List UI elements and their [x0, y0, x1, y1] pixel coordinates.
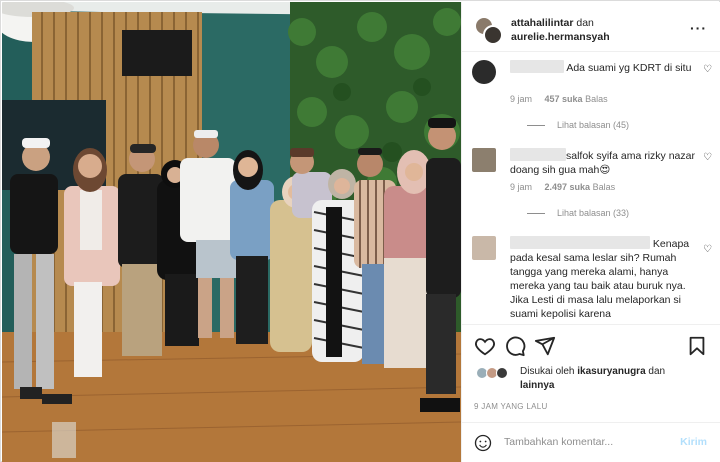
blurred-username: [510, 236, 650, 249]
comment-text: salfok syifa ama rizky nazar doang sih g…: [510, 148, 700, 177]
post-comment-button[interactable]: Kirim: [680, 436, 707, 448]
avatar[interactable]: [496, 367, 508, 379]
add-comment-bar: Tambahkan komentar... Kirim: [462, 422, 720, 462]
group-photo-illustration: [2, 2, 461, 462]
post-header: attahalilintar dan aurelie.hermansyah ··…: [462, 2, 720, 52]
heart-icon[interactable]: ♡: [703, 244, 712, 255]
avatar[interactable]: [472, 236, 496, 260]
comment-time: 9 jam: [510, 94, 533, 104]
post-actions: Disukai oleh ikasuryanugra dan lainnya 9…: [462, 324, 720, 436]
comment-likes[interactable]: 457 suka: [545, 94, 583, 104]
avatar[interactable]: [483, 25, 503, 45]
liked-by-others-link[interactable]: lainnya: [520, 380, 554, 391]
comment-item: salfok syifa ama rizky nazar doang sih g…: [472, 148, 712, 228]
liked-by-user-link[interactable]: ikasuryanugra: [577, 366, 645, 377]
comments-list: Ada suami yg KDRT di situ ♡ 9 jam 457 su…: [462, 54, 720, 326]
liked-by-conj: dan: [648, 366, 666, 377]
collab-avatars[interactable]: [474, 16, 504, 46]
username-link[interactable]: attahalilintar: [511, 17, 573, 29]
conjunction-text: dan: [576, 17, 594, 29]
bookmark-icon[interactable]: [686, 335, 708, 357]
blurred-username: [510, 60, 564, 73]
comment-item: Ada suami yg KDRT di situ ♡ 9 jam 457 su…: [472, 60, 712, 140]
view-replies-button[interactable]: Lihat balasan (33): [527, 208, 629, 218]
comment-text: Ada suami yg KDRT di situ: [510, 60, 700, 75]
comment-body: Kenapa pada kesal sama leslar sih? Rumah…: [510, 238, 690, 320]
heart-eyes-emoji: 😍: [599, 164, 611, 176]
comment-text: Kenapa pada kesal sama leslar sih? Rumah…: [510, 236, 700, 321]
liked-by-prefix: Disukai oleh: [520, 366, 575, 377]
post-timestamp[interactable]: 9 JAM YANG LALU: [474, 402, 548, 411]
post-side-panel: attahalilintar dan aurelie.hermansyah ··…: [461, 2, 720, 462]
comment-item: Kenapa pada kesal sama leslar sih? Rumah…: [472, 236, 712, 326]
avatar[interactable]: [472, 60, 496, 84]
heart-icon[interactable]: ♡: [703, 64, 712, 75]
share-send-icon[interactable]: [534, 335, 556, 357]
view-replies-button[interactable]: Lihat balasan (45): [527, 120, 629, 130]
more-options-icon[interactable]: ···: [690, 20, 707, 36]
username-link[interactable]: aurelie.hermansyah: [511, 31, 610, 43]
comment-meta: 9 jam 2.497 suka Balas: [510, 182, 625, 192]
comment-bubble-icon[interactable]: [504, 335, 526, 357]
post-photo[interactable]: [2, 2, 461, 462]
collab-usernames: attahalilintar dan aurelie.hermansyah: [511, 16, 610, 44]
like-heart-icon[interactable]: [474, 335, 496, 357]
blurred-username: [510, 148, 566, 161]
avatar[interactable]: [472, 148, 496, 172]
comment-meta: 9 jam 457 suka Balas: [510, 94, 618, 104]
heart-icon[interactable]: ♡: [703, 152, 712, 163]
reply-button[interactable]: Balas: [585, 94, 608, 104]
reply-button[interactable]: Balas: [593, 182, 616, 192]
liked-by-text: Disukai oleh ikasuryanugra dan lainnya: [520, 365, 665, 393]
comment-likes[interactable]: 2.497 suka: [545, 182, 591, 192]
emoji-smiley-icon[interactable]: [474, 434, 492, 452]
comment-body: Ada suami yg KDRT di situ: [566, 62, 692, 74]
comment-input[interactable]: Tambahkan komentar...: [504, 436, 613, 448]
comment-time: 9 jam: [510, 182, 533, 192]
instagram-post-modal: attahalilintar dan aurelie.hermansyah ··…: [0, 0, 720, 462]
